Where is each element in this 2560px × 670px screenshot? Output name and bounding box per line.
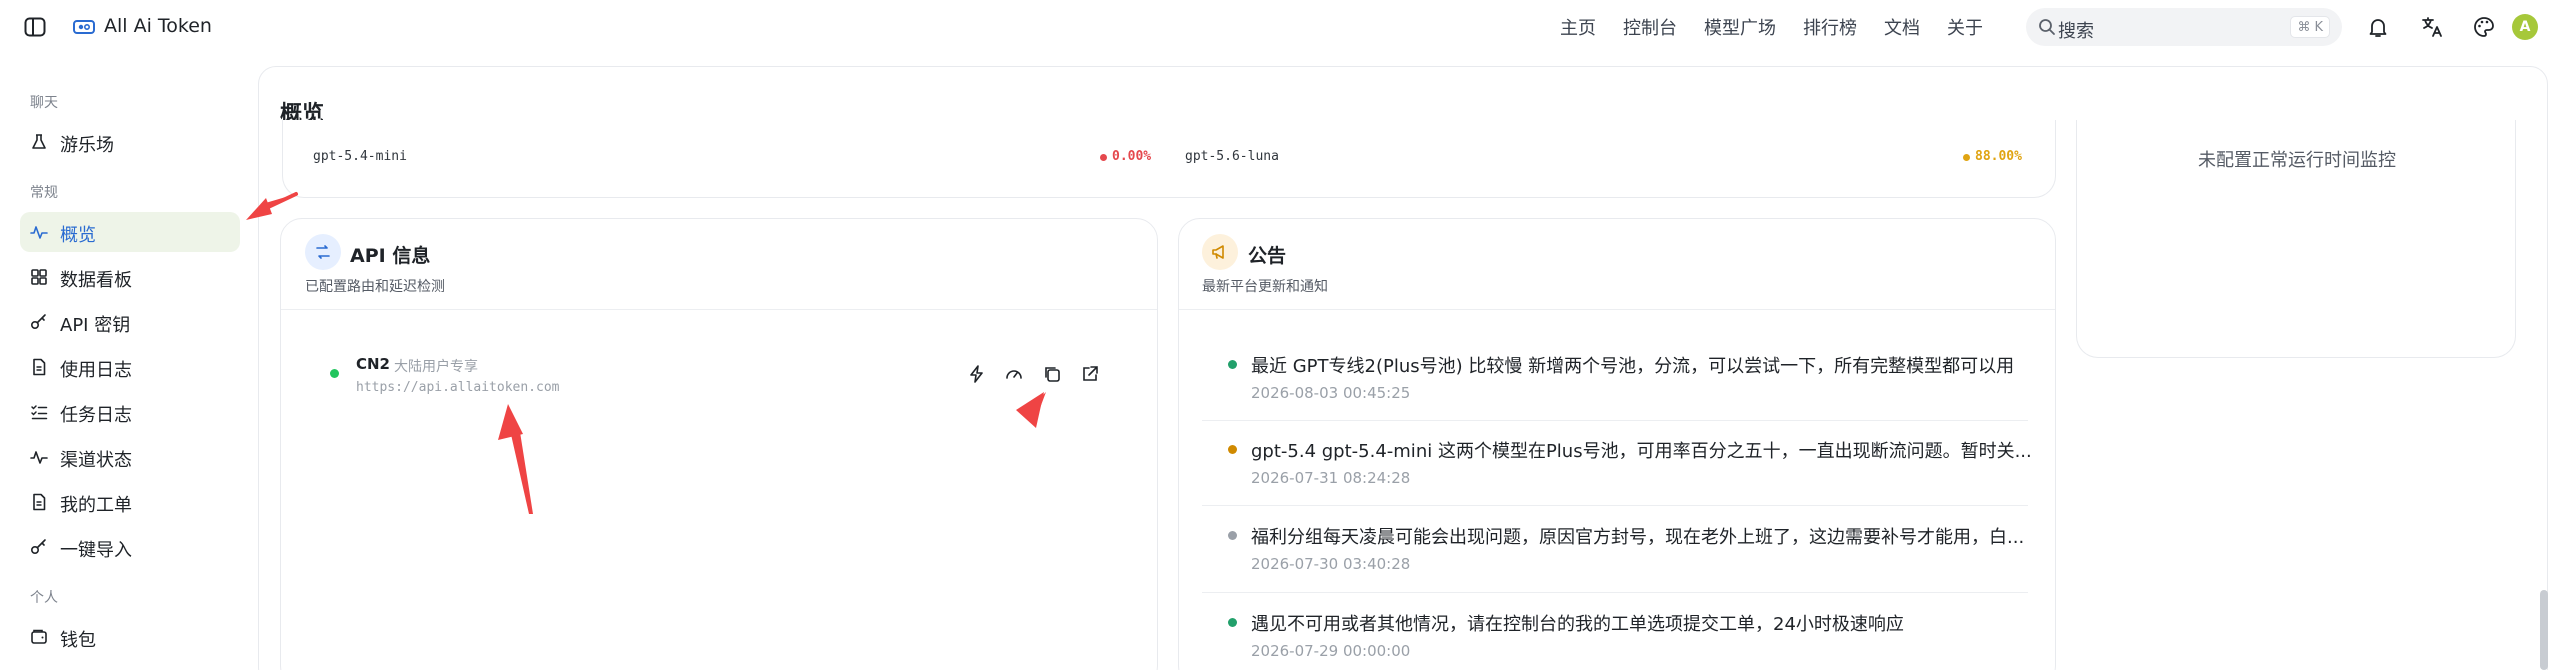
model-availability: 88.00% xyxy=(1975,149,2022,164)
announcement-time: 2026-07-30 03:40:28 xyxy=(1251,555,1411,573)
section-label-chat: 聊天 xyxy=(30,95,58,111)
status-dot xyxy=(1963,154,1970,161)
sidebar: 聊天 游乐场 常规 概览 数据看板 API 密钥 使用日志 任务日志 渠道状态 … xyxy=(0,54,260,670)
sidebar-item-label: 一键导入 xyxy=(60,540,132,561)
sidebar-item-api-keys[interactable]: API 密钥 xyxy=(20,302,240,342)
search-placeholder: 搜索 xyxy=(2058,21,2094,42)
sidebar-item-task-logs[interactable]: 任务日志 xyxy=(20,392,240,432)
divider xyxy=(1202,592,2028,593)
sidebar-item-overview[interactable]: 概览 xyxy=(20,212,240,252)
sidebar-item-label: 渠道状态 xyxy=(60,450,132,471)
nav-home[interactable]: 主页 xyxy=(1560,14,1596,40)
sidebar-item-label: 任务日志 xyxy=(60,405,132,426)
translate-icon[interactable] xyxy=(2420,15,2444,39)
divider xyxy=(1202,420,2028,421)
external-link-icon[interactable] xyxy=(1080,364,1100,384)
nav-leaderboard[interactable]: 排行榜 xyxy=(1803,14,1857,40)
wallet-icon xyxy=(30,628,48,646)
k-key: K xyxy=(2314,19,2323,35)
document-icon xyxy=(30,358,48,376)
route-url[interactable]: https://api.allaitoken.com xyxy=(356,380,560,395)
model-name: gpt-5.4-mini xyxy=(313,149,407,164)
palette-icon[interactable] xyxy=(2472,15,2496,39)
route-status-dot xyxy=(330,369,339,378)
ticket-icon xyxy=(30,493,48,511)
announcement-text[interactable]: 最近 GPT专线2(Plus号池) 比较慢 新增两个号池，分流，可以尝试一下，所… xyxy=(1251,352,2014,378)
announcement-dot xyxy=(1228,531,1237,540)
sidebar-item-channel-status[interactable]: 渠道状态 xyxy=(20,437,240,477)
key-icon xyxy=(30,538,48,556)
announcement-text[interactable]: gpt-5.4 gpt-5.4-mini 这两个模型在Plus号池，可用率百分之… xyxy=(1251,437,2032,463)
sidebar-item-label: 数据看板 xyxy=(60,270,132,291)
top-nav: 主页 控制台 模型广场 排行榜 文档 关于 xyxy=(1560,14,2010,40)
sidebar-item-label: 使用日志 xyxy=(60,360,132,381)
copy-icon[interactable] xyxy=(1042,364,1062,384)
model-name: gpt-5.6-luna xyxy=(1185,149,1279,164)
sidebar-item-usage-logs[interactable]: 使用日志 xyxy=(20,347,240,387)
sidebar-item-my-tickets[interactable]: 我的工单 xyxy=(20,482,240,522)
api-info-subtitle: 已配置路由和延迟检测 xyxy=(305,279,445,295)
dashboard-icon xyxy=(30,268,48,286)
top-header: All Ai Token 主页 控制台 模型广场 排行榜 文档 关于 搜索 ⌘ … xyxy=(0,0,2560,54)
sidebar-item-wallet[interactable]: 钱包 xyxy=(20,617,240,657)
activity-icon xyxy=(30,223,48,241)
flask-icon xyxy=(30,133,48,151)
scrollbar[interactable] xyxy=(2540,590,2548,670)
announcement-time: 2026-08-03 00:45:25 xyxy=(1251,384,1411,402)
command-key: ⌘ xyxy=(2297,19,2311,35)
route-name: CN2 xyxy=(356,355,390,373)
brand-name[interactable]: All Ai Token xyxy=(104,15,212,37)
nav-about[interactable]: 关于 xyxy=(1947,14,1983,40)
nav-model-square[interactable]: 模型广场 xyxy=(1704,14,1776,40)
announcement-dot xyxy=(1228,618,1237,627)
key-icon xyxy=(30,313,48,331)
sidebar-item-label: 游乐场 xyxy=(60,135,114,156)
announcement-text[interactable]: 遇见不可用或者其他情况，请在控制台的我的工单选项提交工单，24小时极速响应 xyxy=(1251,610,1904,636)
sidebar-item-label: 概览 xyxy=(60,225,96,246)
announcement-title: 公告 xyxy=(1248,245,1287,267)
divider xyxy=(1179,309,2055,310)
route-icon xyxy=(305,234,341,270)
speed-test-icon[interactable] xyxy=(967,364,987,384)
nav-console[interactable]: 控制台 xyxy=(1623,14,1677,40)
announcement-time: 2026-07-29 00:00:00 xyxy=(1251,642,1411,660)
route-tag: 大陆用户专享 xyxy=(394,359,478,375)
sidebar-item-label: API 密钥 xyxy=(60,315,131,336)
activity-icon xyxy=(30,448,48,466)
sidebar-item-label: 钱包 xyxy=(60,630,96,651)
sidebar-item-dashboard[interactable]: 数据看板 xyxy=(20,257,240,297)
sidebar-item-label: 我的工单 xyxy=(60,495,132,516)
logo-icon[interactable] xyxy=(72,17,96,37)
announcement-dot xyxy=(1228,445,1237,454)
latency-gauge-icon[interactable] xyxy=(1004,364,1024,384)
sidebar-toggle-icon[interactable] xyxy=(24,17,46,37)
api-info-title: API 信息 xyxy=(350,245,431,267)
sidebar-item-playground[interactable]: 游乐场 xyxy=(20,122,240,162)
search-input[interactable]: 搜索 ⌘ K xyxy=(2026,8,2342,46)
divider xyxy=(1202,505,2028,506)
avatar[interactable]: A xyxy=(2512,14,2538,40)
announcement-subtitle: 最新平台更新和通知 xyxy=(1202,279,1328,295)
divider xyxy=(281,309,1157,310)
model-availability: 0.00% xyxy=(1112,149,1152,164)
section-label-general: 常规 xyxy=(30,185,58,201)
nav-docs[interactable]: 文档 xyxy=(1884,14,1920,40)
search-shortcut: ⌘ K xyxy=(2290,16,2330,38)
sidebar-item-one-click-import[interactable]: 一键导入 xyxy=(20,527,240,567)
list-icon xyxy=(30,403,48,421)
status-dot xyxy=(1100,154,1107,161)
search-icon xyxy=(2038,18,2056,36)
section-label-personal: 个人 xyxy=(30,590,58,606)
bell-icon[interactable] xyxy=(2366,15,2390,39)
model-availability-card xyxy=(282,120,2056,198)
megaphone-icon xyxy=(1202,234,1238,270)
uptime-empty-text: 未配置正常运行时间监控 xyxy=(2198,150,2396,171)
announcement-dot xyxy=(1228,360,1237,369)
announcement-time: 2026-07-31 08:24:28 xyxy=(1251,469,1411,487)
announcement-text[interactable]: 福利分组每天凌晨可能会出现问题，原因官方封号，现在老外上班了，这边需要补号才能用… xyxy=(1251,523,2024,549)
